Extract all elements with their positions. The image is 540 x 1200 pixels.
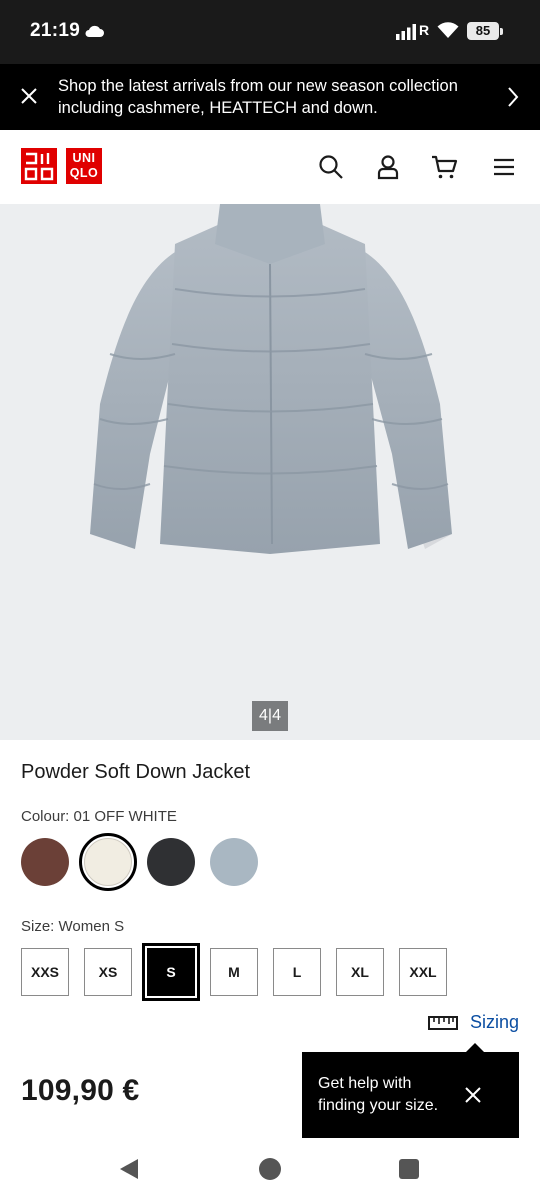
wifi-icon — [437, 22, 459, 38]
battery-icon: 85 — [467, 22, 503, 40]
product-price: 109,90 € — [21, 1074, 140, 1107]
uniqlo-logo-katakana[interactable] — [21, 148, 57, 184]
size-help-tooltip[interactable]: Get help with finding your size. — [302, 1043, 519, 1138]
sizing-link-label[interactable]: Sizing — [470, 1012, 519, 1033]
colour-swatch-blue-grey[interactable] — [210, 838, 258, 886]
promo-text[interactable]: Shop the latest arrivals from our new se… — [58, 75, 488, 119]
size-button-xxl[interactable]: XXL — [399, 948, 447, 996]
account-icon[interactable] — [374, 153, 402, 181]
uniqlo-logo[interactable]: UNI QLO — [66, 148, 102, 184]
cart-icon[interactable] — [430, 153, 458, 181]
product-image-gallery[interactable]: 4|4 — [0, 204, 540, 740]
colour-label: Colour: 01 OFF WHITE — [21, 808, 177, 825]
status-bar: 21:19 R 85 — [0, 0, 540, 64]
logo-line-1: UNI — [72, 151, 96, 165]
colour-swatch-off-white[interactable] — [84, 838, 132, 886]
tooltip-text: Get help with finding your size. — [318, 1075, 439, 1114]
close-icon[interactable] — [464, 1086, 482, 1104]
image-counter: 4|4 — [252, 701, 288, 731]
signal-icon — [396, 24, 416, 40]
site-header: UNI QLO — [0, 130, 540, 204]
chevron-right-icon[interactable] — [506, 85, 520, 109]
back-icon[interactable] — [118, 1157, 140, 1181]
cloud-icon — [85, 25, 104, 37]
colour-swatch-brown[interactable] — [21, 838, 69, 886]
colour-swatch-dark-grey[interactable] — [147, 838, 195, 886]
logo-katakana-glyphs — [24, 152, 54, 181]
logo-line-2: QLO — [69, 166, 99, 180]
size-button-s[interactable]: S — [147, 948, 195, 996]
search-icon[interactable] — [317, 153, 345, 181]
promo-banner[interactable]: Shop the latest arrivals from our new se… — [0, 64, 540, 130]
product-title: Powder Soft Down Jacket — [21, 761, 250, 783]
home-icon[interactable] — [259, 1158, 281, 1180]
sizing-link[interactable]: Sizing — [428, 1010, 523, 1036]
jacket-image — [90, 204, 452, 554]
size-button-xxs[interactable]: XXS — [21, 948, 69, 996]
size-button-xs[interactable]: XS — [84, 948, 132, 996]
recent-apps-icon[interactable] — [399, 1159, 419, 1179]
menu-icon[interactable] — [490, 153, 518, 181]
size-button-xl[interactable]: XL — [336, 948, 384, 996]
size-label: Size: Women S — [21, 918, 125, 935]
size-button-m[interactable]: M — [210, 948, 258, 996]
size-button-l[interactable]: L — [273, 948, 321, 996]
signal-roaming-indicator: R — [419, 22, 430, 38]
close-icon[interactable] — [18, 85, 40, 107]
system-navigation-bar — [0, 1138, 540, 1200]
status-time: 21:19 — [30, 20, 81, 41]
ruler-icon — [428, 1016, 458, 1030]
